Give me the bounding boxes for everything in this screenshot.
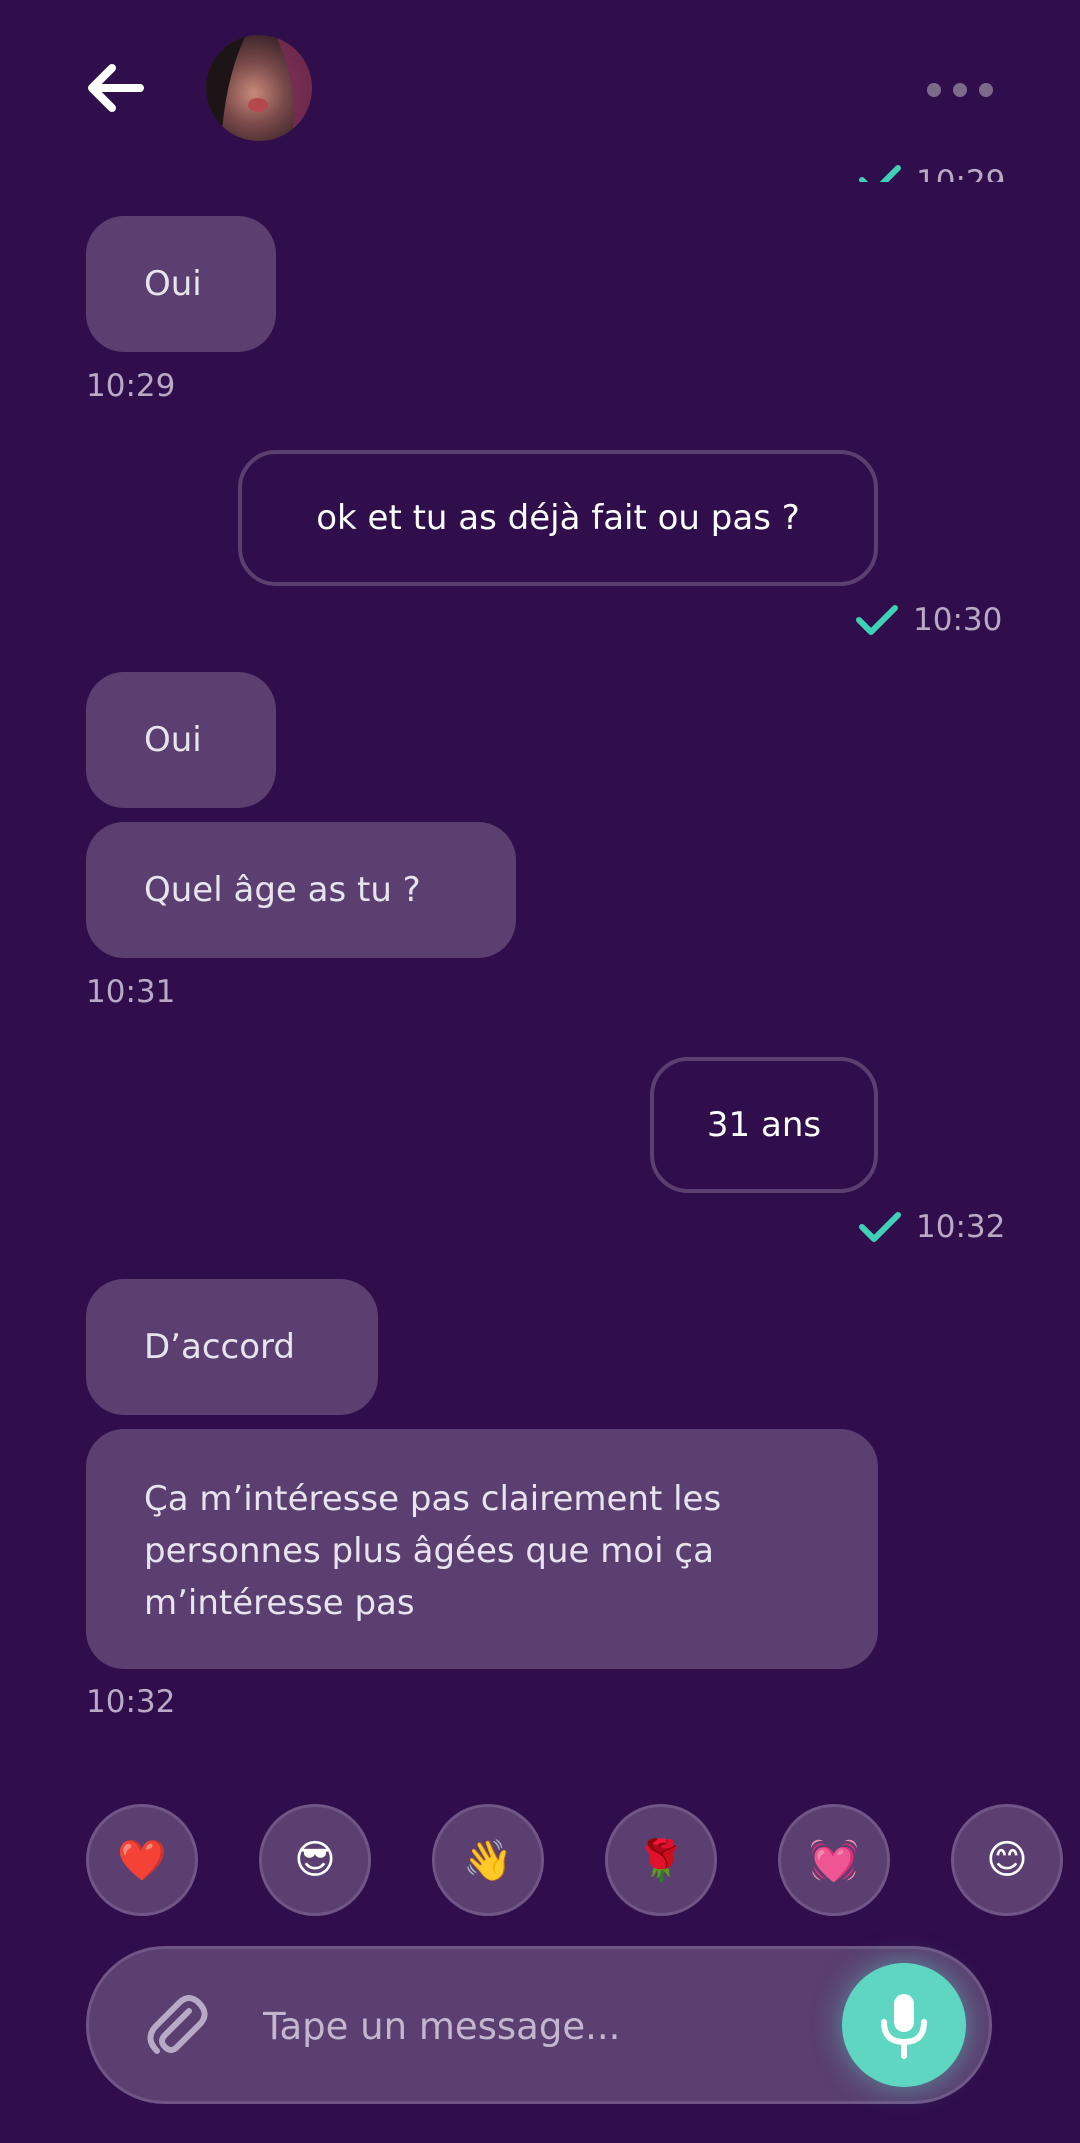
message-text: Oui [144, 720, 202, 760]
reaction-rose-button[interactable]: 🌹 [605, 1804, 717, 1916]
incoming-message-bubble[interactable]: Oui [86, 216, 276, 352]
message-status: 10:32 [858, 1209, 1005, 1245]
avatar-image [206, 35, 312, 141]
heart-emoji-icon: ❤️ [117, 1837, 167, 1884]
message-time: 10:30 [913, 602, 1003, 638]
rose-emoji-icon: 🌹 [636, 1837, 686, 1884]
outgoing-message-bubble[interactable]: ok et tu as déjà fait ou pas ? [238, 450, 878, 586]
back-button[interactable] [80, 58, 150, 118]
sunglasses-emoji-icon: 😎 [294, 1837, 336, 1883]
incoming-message-bubble[interactable]: D’accord [86, 1279, 378, 1415]
reaction-heart-button[interactable]: ❤️ [86, 1804, 198, 1916]
message-status: 10:30 [855, 602, 1002, 638]
check-icon [859, 165, 901, 182]
outgoing-message-bubble[interactable]: 31 ans [650, 1057, 878, 1193]
reaction-sunglasses-button[interactable]: 😎 [259, 1804, 371, 1916]
message-text: 31 ans [706, 1105, 822, 1145]
microphone-icon [881, 1994, 927, 2059]
contact-avatar[interactable] [206, 35, 312, 141]
paperclip-icon [147, 1995, 208, 2054]
check-icon [856, 605, 898, 635]
message-time: 10:31 [86, 974, 176, 1010]
more-options-button[interactable] [920, 70, 1000, 110]
message-text: Ça m’intéresse pas clairement les person… [144, 1479, 722, 1623]
smiling-face-emoji-icon: 😊 [986, 1837, 1028, 1883]
message-text: D’accord [144, 1327, 295, 1367]
message-status-partial: 10:29 [858, 152, 1005, 182]
incoming-message-bubble[interactable]: Oui [86, 672, 276, 808]
message-text: Quel âge as tu ? [144, 870, 421, 910]
message-text: ok et tu as déjà fait ou pas ? [316, 498, 800, 538]
waving-hand-emoji-icon: 👋 [463, 1837, 513, 1884]
more-horizontal-icon [927, 83, 993, 97]
message-input[interactable] [261, 1989, 765, 2063]
message-time: 10:32 [916, 1209, 1006, 1245]
incoming-message-bubble[interactable]: Quel âge as tu ? [86, 822, 516, 958]
voice-record-button[interactable] [842, 1963, 966, 2087]
chat-screen: 10:29 Oui 10:29 ok et tu as déjà fait ou… [0, 0, 1080, 2143]
reaction-beating-heart-button[interactable]: 💓 [778, 1804, 890, 1916]
message-time: 10:32 [86, 1684, 176, 1720]
arrow-left-icon [88, 64, 144, 112]
message-time: 10:29 [916, 164, 1006, 182]
reaction-wave-button[interactable]: 👋 [432, 1804, 544, 1916]
message-time: 10:29 [86, 368, 176, 404]
beating-heart-emoji-icon: 💓 [809, 1837, 859, 1884]
message-composer [86, 1946, 992, 2104]
incoming-message-bubble[interactable]: Ça m’intéresse pas clairement les person… [86, 1429, 878, 1669]
attach-button[interactable] [141, 1989, 213, 2061]
reaction-smile-button[interactable]: 😊 [951, 1804, 1063, 1916]
check-icon [859, 1212, 901, 1242]
message-text: Oui [144, 264, 202, 304]
